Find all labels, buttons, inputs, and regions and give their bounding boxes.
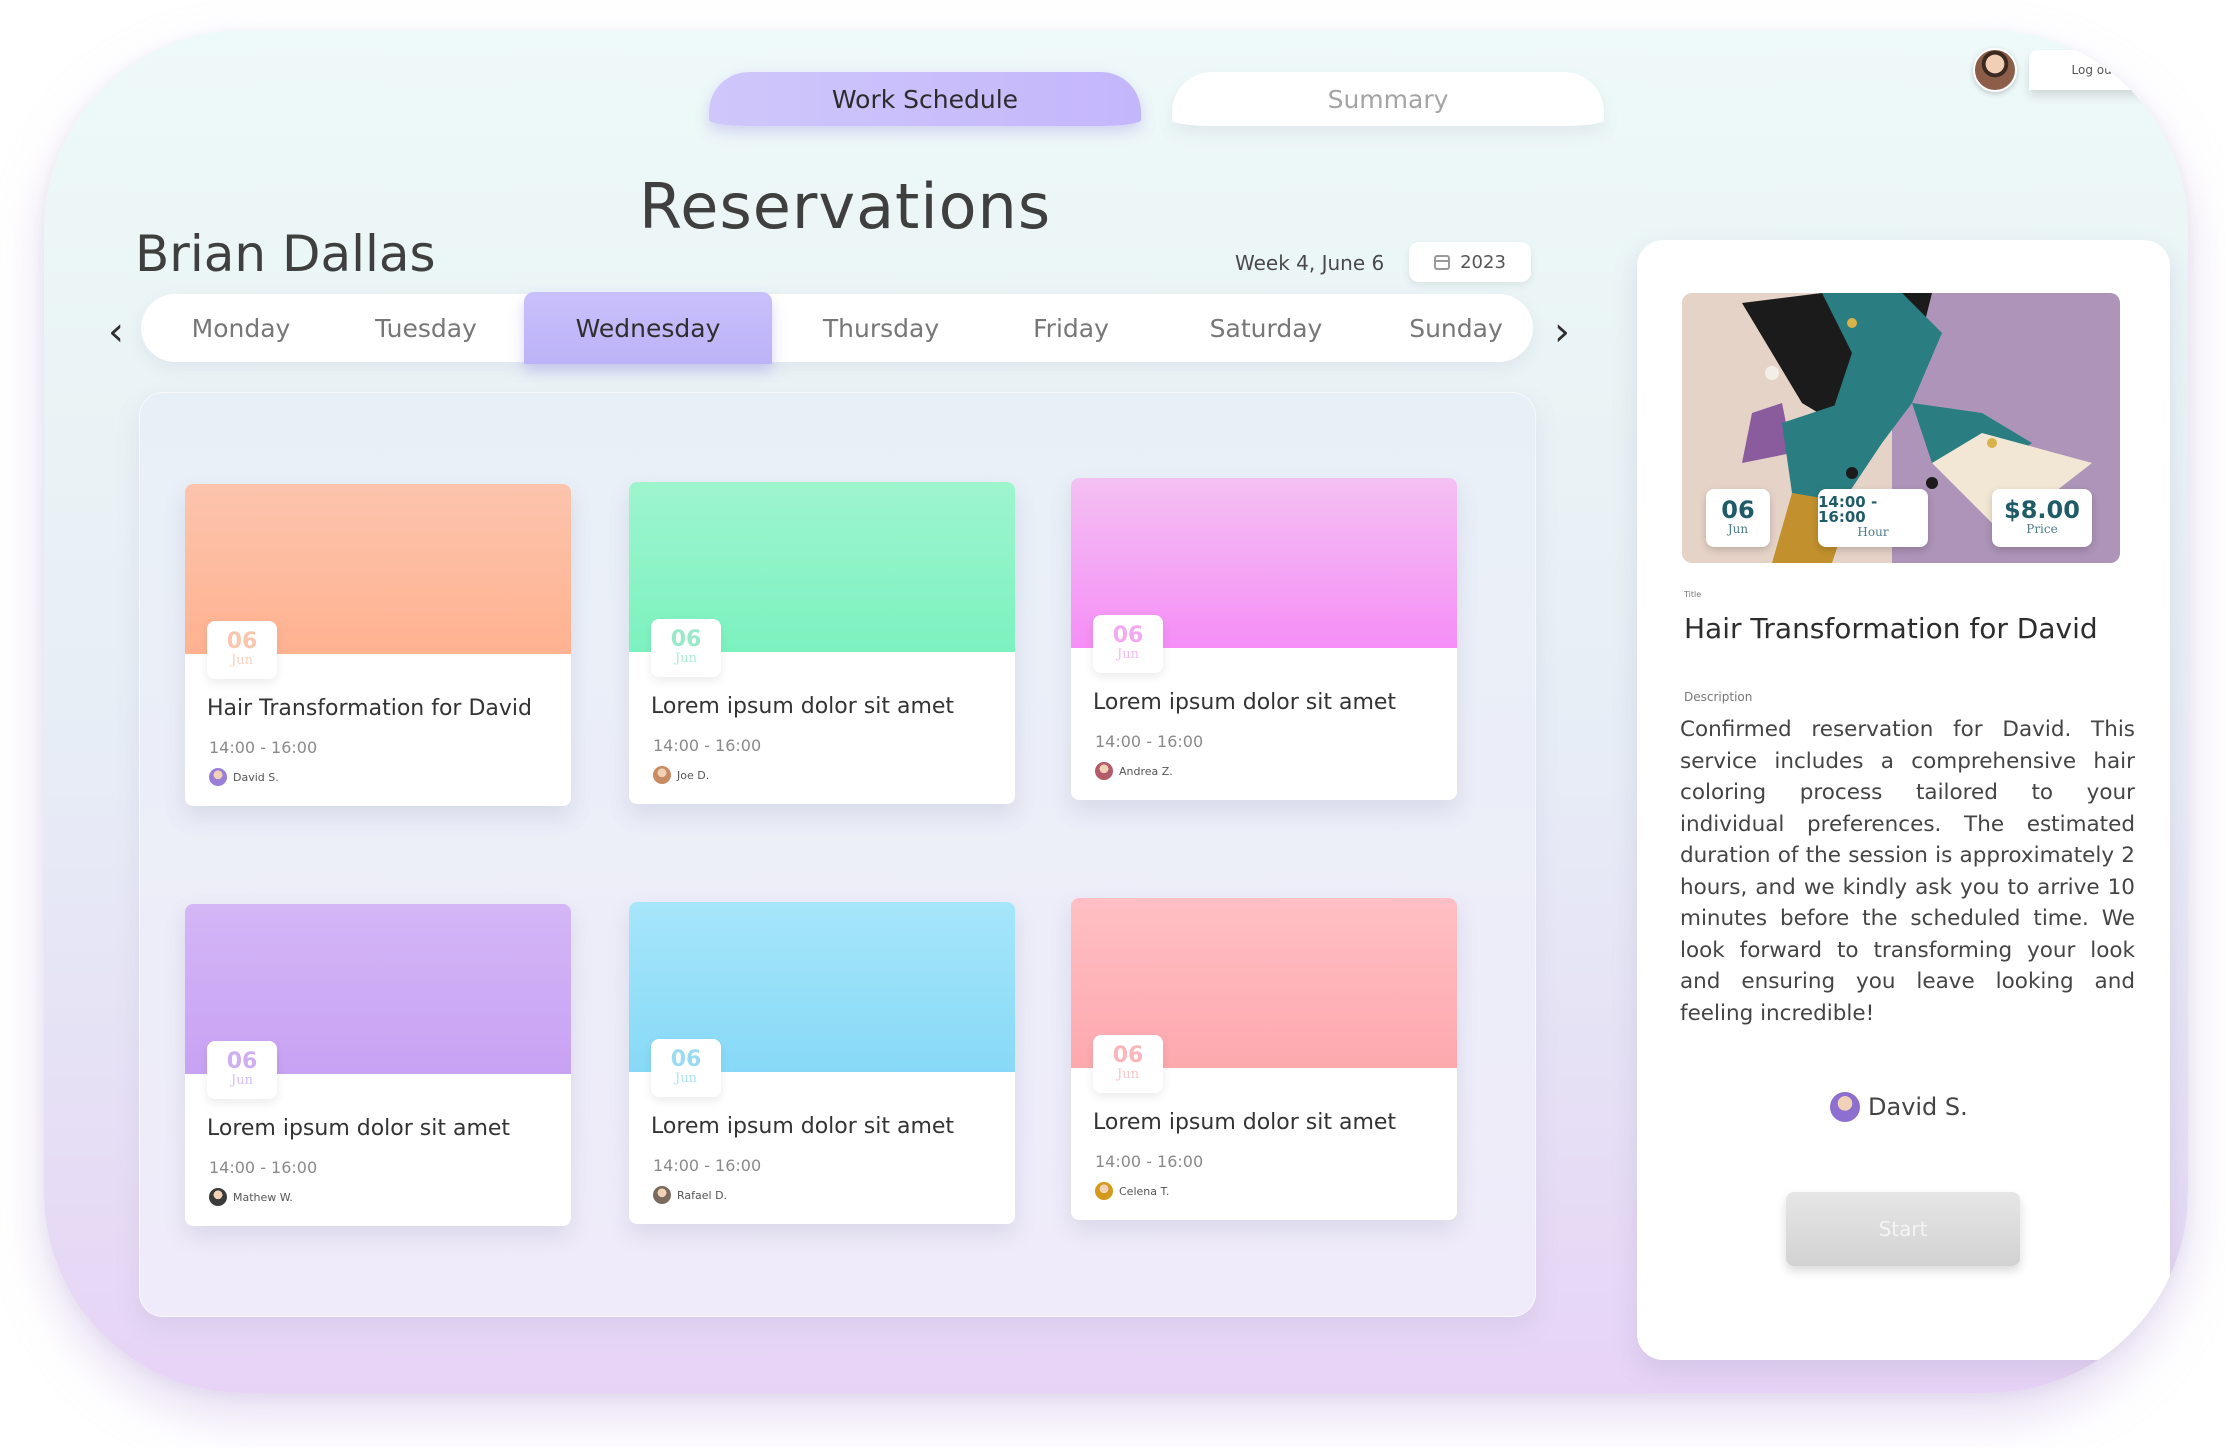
user-name: Brian Dallas bbox=[135, 225, 436, 283]
person-avatar bbox=[209, 768, 227, 786]
date-day: 06 bbox=[670, 627, 702, 653]
page-title: Reservations bbox=[639, 170, 1052, 243]
hero-time: 14:00 - 16:00 bbox=[1818, 493, 1878, 527]
person-name: Mathew W. bbox=[233, 1190, 293, 1204]
reservations-grid: 06 Jun Hair Transformation for David 14:… bbox=[139, 392, 1536, 1317]
title-label: Title bbox=[1684, 590, 1702, 599]
date-badge: 06 Jun bbox=[207, 621, 277, 679]
calendar-icon bbox=[1434, 254, 1451, 270]
hero-month: Jun bbox=[1727, 522, 1749, 537]
person-name: Andrea Z. bbox=[1119, 764, 1173, 778]
year-value: 2023 bbox=[1460, 251, 1506, 273]
day-friday[interactable]: Friday bbox=[971, 294, 1171, 362]
person-avatar bbox=[653, 1186, 671, 1204]
hero-date-badge: 06 Jun bbox=[1706, 489, 1770, 547]
logout-button[interactable]: Log out bbox=[2029, 50, 2159, 90]
person-name: Rafael D. bbox=[677, 1188, 728, 1202]
date-badge: 06 Jun bbox=[1093, 615, 1163, 673]
app-window: Work Schedule Summary Log out Reservatio… bbox=[44, 30, 2188, 1393]
date-badge: 06 Jun bbox=[651, 1039, 721, 1097]
date-day: 06 bbox=[670, 1047, 702, 1073]
person-name: Celena T. bbox=[1119, 1184, 1170, 1198]
card-person: Celena T. bbox=[1095, 1182, 1169, 1200]
person-avatar bbox=[653, 766, 671, 784]
date-month: Jun bbox=[1117, 647, 1139, 663]
hero-price: $8.00 bbox=[2004, 496, 2080, 525]
day-saturday[interactable]: Saturday bbox=[1166, 294, 1366, 362]
card-person: David S. bbox=[209, 768, 279, 786]
start-button[interactable]: Start bbox=[1786, 1192, 2020, 1266]
hero-day: 06 bbox=[1721, 496, 1755, 525]
day-tuesday[interactable]: Tuesday bbox=[331, 294, 521, 362]
date-month: Jun bbox=[1117, 1067, 1139, 1083]
detail-person: David S. bbox=[1830, 1092, 1968, 1122]
date-day: 06 bbox=[226, 1049, 258, 1075]
card-person: Rafael D. bbox=[653, 1186, 727, 1204]
day-sunday[interactable]: Sunday bbox=[1356, 294, 1556, 362]
day-monday[interactable]: Monday bbox=[141, 294, 341, 362]
card-time: 14:00 - 16:00 bbox=[1095, 1152, 1204, 1171]
person-avatar bbox=[1095, 1182, 1113, 1200]
description-label: Description bbox=[1684, 690, 1753, 704]
person-name: David S. bbox=[1868, 1093, 1968, 1121]
detail-description: Confirmed reservation for David. This se… bbox=[1680, 717, 2135, 1026]
card-title: Lorem ipsum dolor sit amet bbox=[651, 1114, 955, 1139]
card-time: 14:00 - 16:00 bbox=[653, 1156, 762, 1175]
card-time: 14:00 - 16:00 bbox=[653, 736, 762, 755]
card-person: Andrea Z. bbox=[1095, 762, 1173, 780]
person-name: Joe D. bbox=[677, 768, 710, 782]
user-avatar[interactable] bbox=[1973, 48, 2017, 92]
date-day: 06 bbox=[1112, 1043, 1144, 1069]
day-thursday[interactable]: Thursday bbox=[781, 294, 981, 362]
card-person: Joe D. bbox=[653, 766, 709, 784]
card-time: 14:00 - 16:00 bbox=[1095, 732, 1204, 751]
person-avatar bbox=[209, 1188, 227, 1206]
card-title: Lorem ipsum dolor sit amet bbox=[1093, 1110, 1397, 1135]
date-month: Jun bbox=[675, 1071, 697, 1087]
reservation-card[interactable]: 06 Jun Lorem ipsum dolor sit amet 14:00 … bbox=[185, 904, 571, 1226]
date-month: Jun bbox=[231, 653, 253, 669]
date-month: Jun bbox=[231, 1073, 253, 1089]
card-title: Hair Transformation for David bbox=[207, 696, 532, 721]
tab-summary[interactable]: Summary bbox=[1172, 72, 1604, 126]
reservation-card[interactable]: 06 Jun Lorem ipsum dolor sit amet 14:00 … bbox=[1071, 478, 1457, 800]
reservation-detail-panel: 06 Jun 14:00 - 16:00 Hour $8.00 Price Ti… bbox=[1637, 240, 2170, 1360]
reservation-card[interactable]: 06 Jun Hair Transformation for David 14:… bbox=[185, 484, 571, 806]
person-name: David S. bbox=[233, 770, 279, 784]
detail-title: Hair Transformation for David bbox=[1684, 612, 2098, 645]
person-avatar bbox=[1830, 1092, 1860, 1122]
reservation-image: 06 Jun 14:00 - 16:00 Hour $8.00 Price bbox=[1682, 293, 2120, 563]
card-time: 14:00 - 16:00 bbox=[209, 738, 318, 757]
hero-price-label: Price bbox=[2026, 522, 2058, 537]
year-picker[interactable]: 2023 bbox=[1409, 242, 1531, 282]
tab-work-schedule[interactable]: Work Schedule bbox=[709, 72, 1141, 126]
card-title: Lorem ipsum dolor sit amet bbox=[207, 1116, 511, 1141]
reservation-card[interactable]: 06 Jun Lorem ipsum dolor sit amet 14:00 … bbox=[629, 902, 1015, 1224]
date-month: Jun bbox=[675, 651, 697, 667]
card-time: 14:00 - 16:00 bbox=[209, 1158, 318, 1177]
date-day: 06 bbox=[1112, 623, 1144, 649]
day-wednesday[interactable]: Wednesday bbox=[524, 292, 772, 364]
card-person: Mathew W. bbox=[209, 1188, 293, 1206]
day-selector: Monday Tuesday Wednesday Thursday Friday… bbox=[141, 292, 1533, 364]
date-day: 06 bbox=[226, 629, 258, 655]
reservation-card[interactable]: 06 Jun Lorem ipsum dolor sit amet 14:00 … bbox=[1071, 898, 1457, 1220]
chevron-left-icon[interactable]: ‹ bbox=[108, 312, 124, 352]
hero-time-badge: 14:00 - 16:00 Hour bbox=[1818, 489, 1928, 547]
chevron-right-icon[interactable]: › bbox=[1554, 312, 1570, 352]
week-label: Week 4, June 6 bbox=[1235, 251, 1385, 275]
hero-time-label: Hour bbox=[1857, 525, 1889, 540]
reservation-card[interactable]: 06 Jun Lorem ipsum dolor sit amet 14:00 … bbox=[629, 482, 1015, 804]
hero-price-badge: $8.00 Price bbox=[1992, 489, 2092, 547]
date-badge: 06 Jun bbox=[1093, 1035, 1163, 1093]
person-avatar bbox=[1095, 762, 1113, 780]
card-title: Lorem ipsum dolor sit amet bbox=[651, 694, 955, 719]
date-badge: 06 Jun bbox=[651, 619, 721, 677]
date-badge: 06 Jun bbox=[207, 1041, 277, 1099]
card-title: Lorem ipsum dolor sit amet bbox=[1093, 690, 1397, 715]
